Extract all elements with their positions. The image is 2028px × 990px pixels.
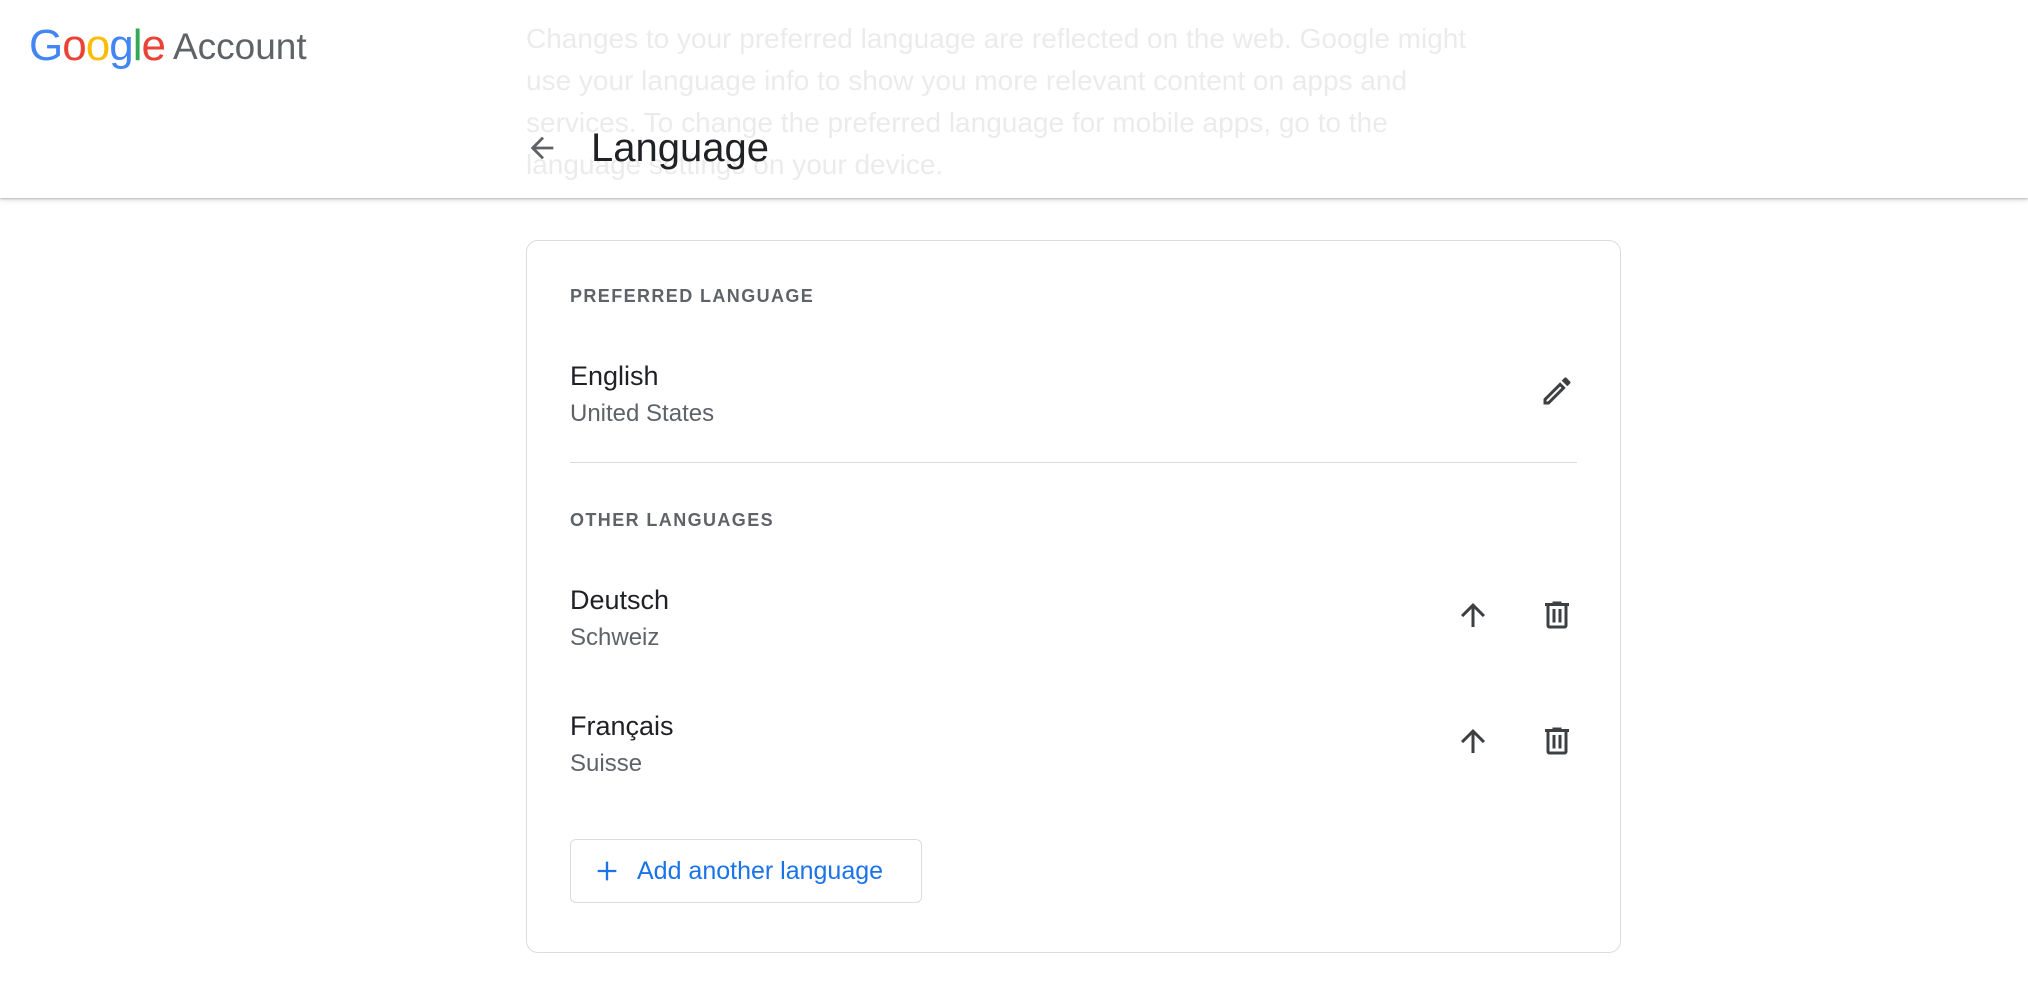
pencil-icon — [1543, 377, 1571, 405]
section-divider — [570, 462, 1577, 463]
page-title: Language — [591, 126, 769, 170]
language-region: United States — [570, 400, 715, 427]
language-name: English — [570, 361, 659, 391]
arrow-back-icon — [530, 136, 554, 160]
logo-letter: e — [141, 21, 166, 70]
arrow-up-icon — [1461, 729, 1485, 753]
google-wordmark: Google — [29, 21, 166, 71]
other-language-row: Français Suisse — [570, 708, 1577, 788]
add-another-language-button[interactable]: Add another language — [570, 839, 922, 903]
logo-letter: o — [85, 21, 111, 70]
preferred-language-heading: PREFERRED LANGUAGE — [570, 286, 815, 306]
logo-letter: g — [109, 21, 134, 70]
back-button[interactable] — [518, 124, 566, 172]
other-languages-heading: OTHER LANGUAGES — [570, 510, 775, 530]
add-language-label: Add another language — [637, 856, 884, 885]
delete-language-button[interactable] — [1529, 587, 1585, 643]
logo-letter: G — [29, 21, 63, 70]
plus-icon — [597, 861, 617, 881]
google-account-logo[interactable]: Google Account — [29, 20, 307, 72]
delete-language-button[interactable] — [1529, 713, 1585, 769]
language-region: Schweiz — [570, 624, 660, 651]
logo-letter: o — [62, 21, 87, 70]
trash-icon — [1545, 727, 1569, 755]
top-app-bar: Changes to your preferred language are r… — [0, 0, 2028, 198]
edit-preferred-language-button[interactable] — [1529, 363, 1585, 419]
trash-icon — [1545, 601, 1569, 629]
move-up-button[interactable] — [1445, 713, 1501, 769]
language-region: Suisse — [570, 750, 643, 777]
language-name: Français — [570, 711, 674, 741]
other-language-row: Deutsch Schweiz — [570, 582, 1577, 662]
language-card: PREFERRED LANGUAGE English United States… — [526, 240, 1621, 953]
account-wordmark: Account — [172, 26, 307, 67]
arrow-up-icon — [1461, 603, 1485, 627]
language-name: Deutsch — [570, 585, 670, 615]
preferred-language-row: English United States — [570, 358, 1577, 438]
move-up-button[interactable] — [1445, 587, 1501, 643]
